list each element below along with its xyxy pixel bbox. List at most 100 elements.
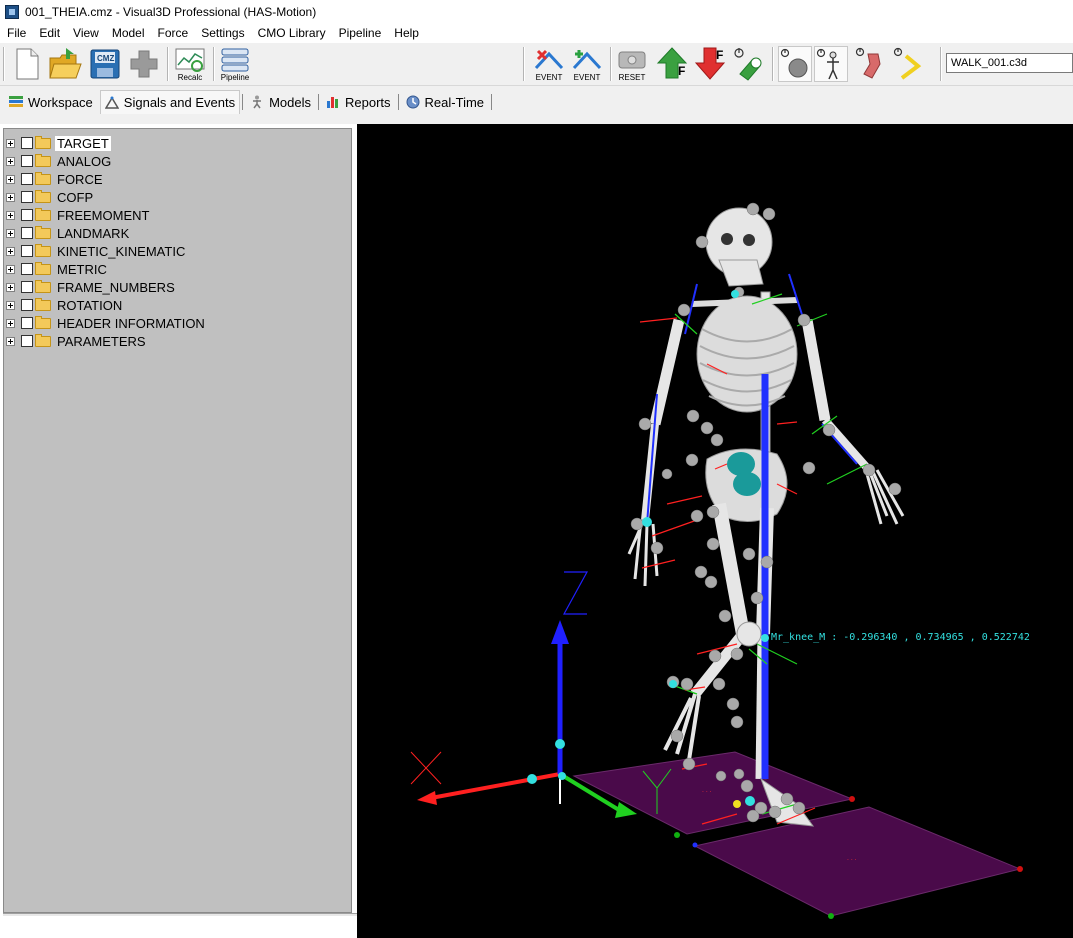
skeleton-toggle-button[interactable] <box>814 46 848 82</box>
view-tabs: Workspace Signals and Events Models Repo… <box>0 86 1073 114</box>
plate-corner <box>692 842 698 848</box>
expand-icon[interactable] <box>6 264 15 274</box>
power-toggle-button[interactable] <box>732 46 766 82</box>
expand-icon[interactable] <box>6 156 15 166</box>
menu-force[interactable]: Force <box>151 26 195 40</box>
tab-workspace[interactable]: Workspace <box>4 90 98 114</box>
expand-icon[interactable] <box>6 210 15 220</box>
tree-item-freemoment[interactable]: FREEMOMENT <box>6 206 151 224</box>
3d-scene: · · · · · · <box>410 202 1023 919</box>
origin-marker <box>558 772 566 780</box>
tree-checkbox[interactable] <box>21 227 33 239</box>
menu-settings[interactable]: Settings <box>194 26 250 40</box>
reset-label: RESET <box>618 73 646 82</box>
lab-axis-x-label <box>410 751 442 785</box>
plate-label: · · · <box>702 789 712 796</box>
tab-real-time[interactable]: Real-Time <box>401 90 489 114</box>
tree-checkbox[interactable] <box>21 317 33 329</box>
expand-icon[interactable] <box>6 192 15 202</box>
3d-viewport[interactable]: · · · · · · Mr_knee_M: -0.296340 , 0.73… <box>357 124 1073 938</box>
visual3d-app-icon <box>5 4 19 19</box>
event1-label: EVENT <box>535 73 563 82</box>
save-label: CMZ <box>97 54 115 63</box>
tree-checkbox[interactable] <box>21 137 33 149</box>
tab-reports[interactable]: Reports <box>321 90 396 114</box>
tab-separator <box>397 94 399 110</box>
add-button[interactable] <box>127 46 161 82</box>
tree-checkbox[interactable] <box>21 335 33 347</box>
folder-icon <box>35 171 51 185</box>
recalc-button[interactable]: Recalc <box>173 46 207 82</box>
tree-item-cofp[interactable]: COFP <box>6 188 95 206</box>
tree-item-force[interactable]: FORCE <box>6 170 105 188</box>
folder-icon <box>35 333 51 347</box>
expand-icon[interactable] <box>6 228 15 238</box>
tree-item-label: METRIC <box>57 261 107 277</box>
tree-item-label: COFP <box>57 189 94 205</box>
add-plus-icon <box>130 50 158 78</box>
tree-item-parameters[interactable]: PARAMETERS <box>6 332 148 350</box>
tree-item-header-information[interactable]: HEADER INFORMATION <box>6 314 207 332</box>
reset-button[interactable]: RESET <box>615 46 649 82</box>
pipeline-button[interactable]: Pipeline <box>218 46 252 82</box>
new-file-icon <box>16 48 39 80</box>
menu-help[interactable]: Help <box>387 26 425 40</box>
menu-pipeline[interactable]: Pipeline <box>332 26 388 40</box>
menu-file[interactable]: File <box>0 26 32 40</box>
event-remove-button[interactable]: EVENT <box>532 46 566 82</box>
tab-separator <box>242 94 244 110</box>
segment-toggle-button[interactable] <box>854 46 888 82</box>
tree-item-label: FREEMOMENT <box>57 207 150 223</box>
tree-checkbox[interactable] <box>21 209 33 221</box>
tree-checkbox[interactable] <box>21 191 33 203</box>
tree-item-kinetic-kinematic[interactable]: KINETIC_KINEMATIC <box>6 242 187 260</box>
marker-toggle-button[interactable] <box>778 46 812 82</box>
expand-icon[interactable] <box>6 300 15 310</box>
recalc-label: Recalc <box>177 73 203 82</box>
tree-item-target[interactable]: TARGET <box>6 134 111 152</box>
vector-toggle-button[interactable] <box>892 46 926 82</box>
expand-icon[interactable] <box>6 318 15 328</box>
save-cmz-button[interactable]: CMZ <box>88 46 122 82</box>
menu-model[interactable]: Model <box>105 26 151 40</box>
file-selector-field[interactable]: WALK_001.c3d <box>946 53 1073 73</box>
menu-view[interactable]: View <box>66 26 105 40</box>
force-up-button[interactable]: F <box>656 46 690 82</box>
event2-label: EVENT <box>573 73 601 82</box>
title-bar: 001_THEIA.cmz - Visual3D Professional (H… <box>0 0 1073 23</box>
tab-signals-and-events[interactable]: Signals and Events <box>99 90 241 114</box>
tree-item-rotation[interactable]: ROTATION <box>6 296 124 314</box>
tree-checkbox[interactable] <box>21 155 33 167</box>
new-file-button[interactable] <box>10 46 44 82</box>
expand-icon[interactable] <box>6 336 15 346</box>
tree-item-analog[interactable]: ANALOG <box>6 152 113 170</box>
lab-axis-z-arrow <box>551 620 569 644</box>
tree-item-landmark[interactable]: LANDMARK <box>6 224 131 242</box>
expand-icon[interactable] <box>6 246 15 256</box>
cop-marker <box>733 800 741 808</box>
open-file-button[interactable] <box>48 46 82 82</box>
force-down-label: F <box>716 48 724 62</box>
tree-checkbox[interactable] <box>21 299 33 311</box>
menu-edit[interactable]: Edit <box>32 26 66 40</box>
menu-cmo-library[interactable]: CMO Library <box>251 26 332 40</box>
tree-item-metric[interactable]: METRIC <box>6 260 109 278</box>
tab-models[interactable]: Models <box>245 90 316 114</box>
tree-checkbox[interactable] <box>21 263 33 275</box>
expand-icon[interactable] <box>6 174 15 184</box>
tree-checkbox[interactable] <box>21 173 33 185</box>
tree-item-label: FORCE <box>57 171 103 187</box>
models-icon <box>250 95 264 109</box>
folder-icon <box>35 225 51 239</box>
tree-item-label: FRAME_NUMBERS <box>57 279 175 295</box>
tree-checkbox[interactable] <box>21 281 33 293</box>
vector-icon <box>893 47 922 80</box>
jaw <box>718 259 764 287</box>
expand-icon[interactable] <box>6 138 15 148</box>
force-down-button[interactable]: F <box>694 46 728 82</box>
event-add-button[interactable]: EVENT <box>570 46 604 82</box>
expand-icon[interactable] <box>6 282 15 292</box>
tree-checkbox[interactable] <box>21 245 33 257</box>
plate-corner <box>828 913 834 919</box>
tree-item-frame-numbers[interactable]: FRAME_NUMBERS <box>6 278 177 296</box>
